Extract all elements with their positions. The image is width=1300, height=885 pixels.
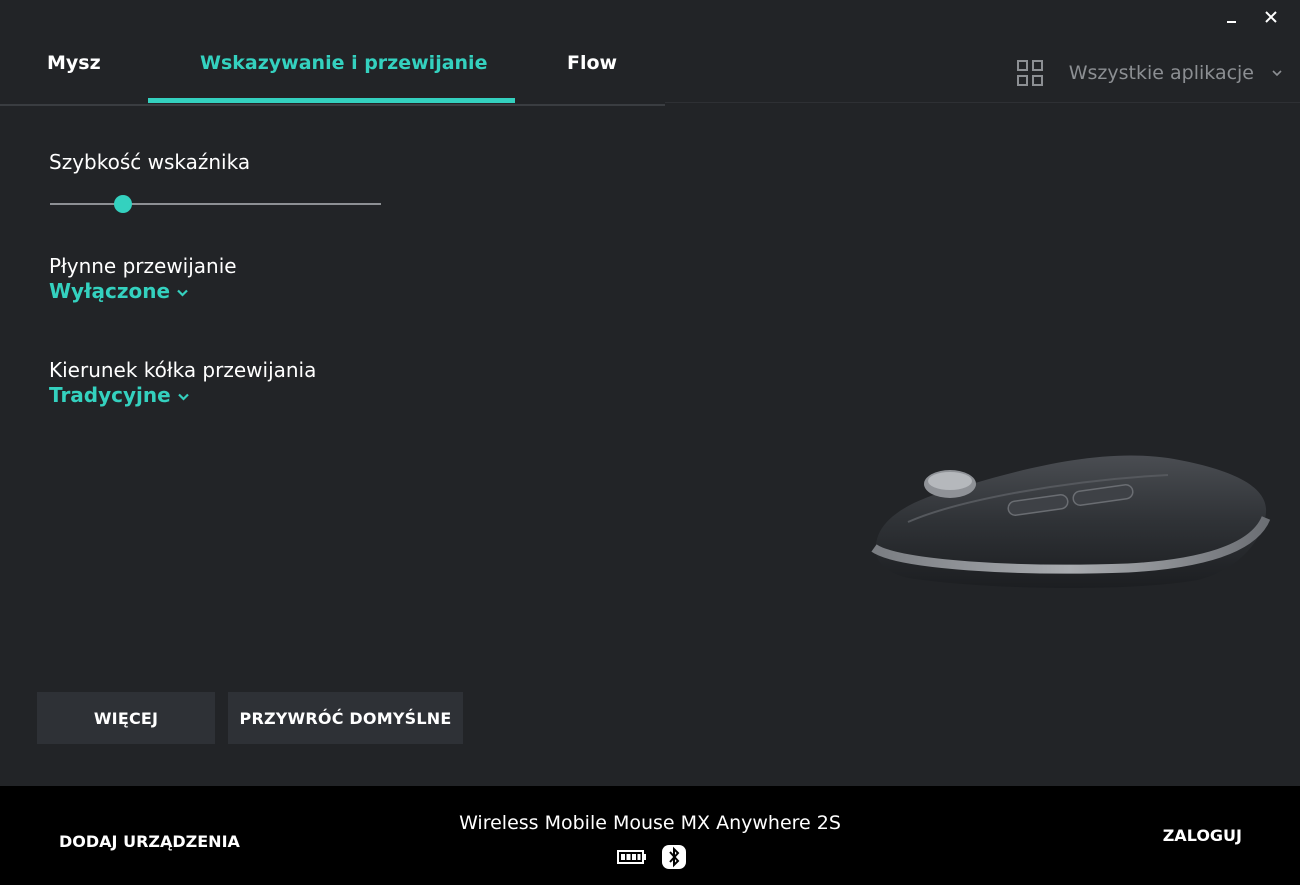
scroll-direction-label: Kierunek kółka przewijania bbox=[49, 358, 317, 382]
header-divider bbox=[665, 102, 1300, 103]
grid-icon bbox=[1016, 60, 1043, 86]
tab-flow[interactable]: Flow bbox=[567, 52, 617, 74]
smooth-scrolling-label: Płynne przewijanie bbox=[49, 254, 237, 278]
scroll-direction-dropdown[interactable]: Tradycyjne bbox=[49, 383, 189, 407]
slider-thumb[interactable] bbox=[113, 195, 132, 213]
active-tab-indicator bbox=[148, 98, 515, 103]
close-button[interactable] bbox=[1260, 6, 1282, 28]
chevron-down-icon bbox=[177, 289, 188, 297]
footer-bar: DODAJ URZĄDZENIA Wireless Mobile Mouse M… bbox=[0, 786, 1300, 885]
app-filter-label: Wszystkie aplikacje bbox=[1068, 62, 1254, 84]
login-button[interactable]: ZALOGUJ bbox=[1163, 826, 1242, 845]
window-controls bbox=[1220, 6, 1282, 28]
tab-mysz[interactable]: Mysz bbox=[47, 52, 101, 74]
bluetooth-icon bbox=[662, 845, 686, 869]
pointer-speed-slider[interactable] bbox=[50, 194, 381, 214]
restore-defaults-button[interactable]: PRZYWRÓĆ DOMYŚLNE bbox=[228, 692, 463, 744]
tab-bar: Mysz Wskazywanie i przewijanie Flow bbox=[0, 0, 665, 106]
device-name: Wireless Mobile Mouse MX Anywhere 2S bbox=[459, 812, 841, 834]
tab-wskazywanie[interactable]: Wskazywanie i przewijanie bbox=[200, 52, 487, 74]
close-icon bbox=[1265, 11, 1277, 23]
app-filter-dropdown[interactable]: Wszystkie aplikacje bbox=[1016, 60, 1282, 86]
smooth-scrolling-dropdown[interactable]: Wyłączone bbox=[49, 279, 188, 303]
minimize-button[interactable] bbox=[1220, 6, 1242, 28]
mouse-illustration bbox=[871, 455, 1271, 589]
chevron-down-icon bbox=[1272, 69, 1282, 76]
chevron-down-icon bbox=[177, 393, 189, 401]
device-status bbox=[617, 844, 687, 870]
battery-icon bbox=[617, 850, 646, 864]
minimize-icon bbox=[1226, 21, 1236, 23]
pointer-speed-label: Szybkość wskaźnika bbox=[49, 150, 251, 174]
scroll-direction-value: Tradycyjne bbox=[49, 383, 171, 407]
smooth-scrolling-value: Wyłączone bbox=[49, 279, 171, 303]
add-devices-button[interactable]: DODAJ URZĄDZENIA bbox=[59, 832, 240, 851]
slider-track bbox=[50, 203, 381, 205]
more-button[interactable]: WIĘCEJ bbox=[37, 692, 215, 744]
